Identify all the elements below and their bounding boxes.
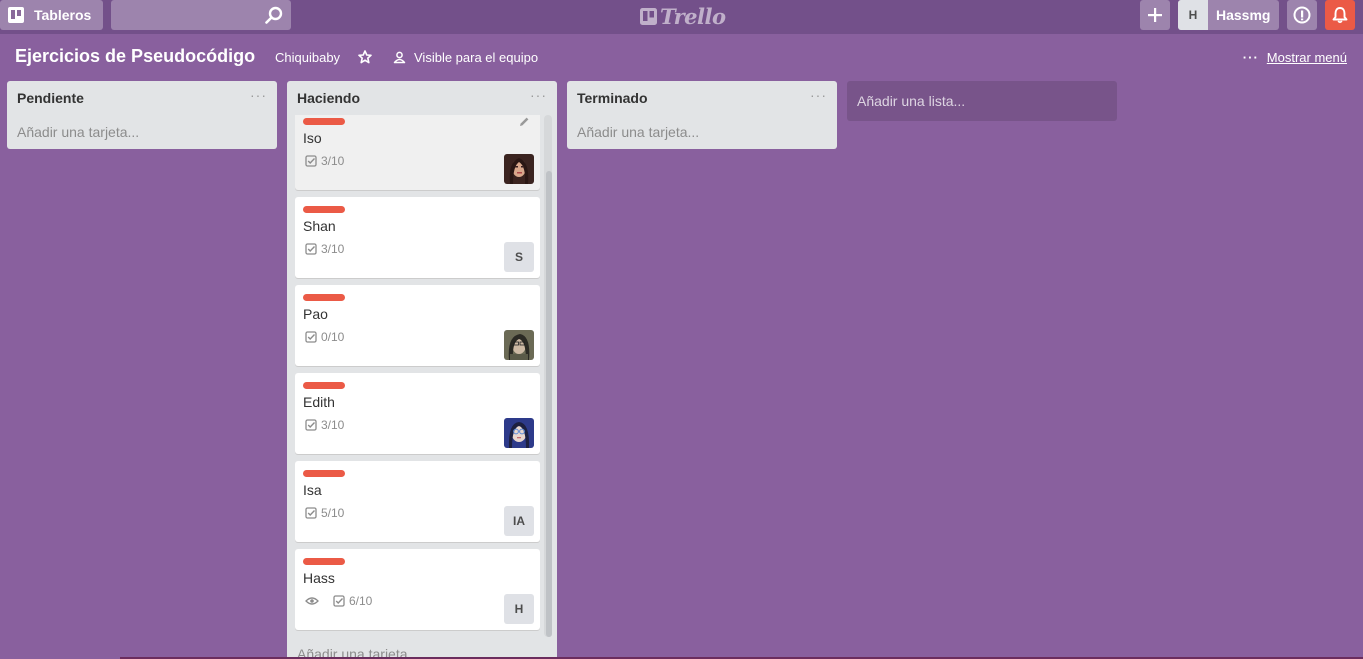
card-label-red: [303, 382, 345, 389]
checklist-icon: [305, 419, 317, 431]
list-pendiente: Pendiente ··· Añadir una tarjeta...: [7, 81, 277, 149]
search-box: [111, 0, 291, 30]
card-hass[interactable]: Hass 6/10 H: [295, 549, 540, 630]
checklist-badge: 3/10: [305, 418, 344, 432]
card-label-red: [303, 470, 345, 477]
card-title: Hass: [303, 570, 335, 586]
star-icon[interactable]: [358, 50, 372, 64]
info-button[interactable]: [1287, 0, 1317, 30]
search-input[interactable]: [111, 0, 261, 30]
avatar-photo: [504, 330, 534, 360]
list-title[interactable]: Pendiente: [17, 90, 84, 106]
info-icon: [1293, 6, 1311, 24]
card-badges: 3/10: [305, 418, 354, 432]
list-title[interactable]: Haciendo: [297, 90, 360, 106]
cards-container: Iso 3/10 Shan 3/10 S Pao 0/10 Edith 3/10…: [287, 115, 557, 637]
avatar-photo: [504, 154, 534, 184]
card-badges: 5/10: [305, 506, 354, 520]
checklist-icon: [305, 155, 317, 167]
list-title[interactable]: Terminado: [577, 90, 648, 106]
trello-logo[interactable]: Trello: [640, 3, 726, 29]
list-header: Pendiente ···: [7, 81, 277, 115]
list-haciendo: Haciendo ··· Iso 3/10 Shan 3/10 S Pao 0/…: [287, 81, 557, 659]
user-name: Hassmg: [1216, 7, 1271, 23]
boards-label: Tableros: [34, 7, 92, 23]
board-title[interactable]: Ejercicios de Pseudocódigo: [15, 46, 255, 67]
show-menu-button[interactable]: ··· Mostrar menú: [1243, 50, 1347, 65]
logo-text: Trello: [660, 3, 726, 29]
boards-button[interactable]: Tableros: [0, 0, 103, 30]
checklist-badge: 3/10: [305, 154, 344, 168]
top-bar: Tableros Trello H Hassmg: [0, 0, 1363, 34]
list-header: Terminado ···: [567, 81, 837, 115]
checklist-count: 3/10: [321, 242, 345, 256]
member-avatar-photo[interactable]: [504, 330, 534, 360]
card-title: Pao: [303, 306, 328, 322]
checklist-icon: [305, 331, 317, 343]
card-title: Shan: [303, 218, 336, 234]
card-shan[interactable]: Shan 3/10 S: [295, 197, 540, 278]
visibility-label: Visible para el equipo: [414, 50, 539, 65]
checklist-icon: [305, 243, 317, 255]
checklist-icon: [333, 595, 345, 607]
boards-icon: [8, 7, 24, 23]
card-iso[interactable]: Iso 3/10: [295, 115, 540, 190]
card-isa[interactable]: Isa 5/10 IA: [295, 461, 540, 542]
checklist-badge: 6/10: [333, 594, 372, 608]
checklist-count: 6/10: [349, 594, 373, 608]
card-label-red: [303, 294, 345, 301]
checklist-count: 0/10: [321, 330, 345, 344]
more-icon: ···: [1242, 50, 1259, 65]
visibility-button[interactable]: Visible para el equipo: [393, 50, 538, 65]
checklist-count: 5/10: [321, 506, 345, 520]
card-badges: 6/10: [305, 594, 382, 608]
team-icon: [393, 51, 406, 64]
checklist-badge: 3/10: [305, 242, 344, 256]
list-menu-icon[interactable]: ···: [530, 88, 547, 102]
checklist-badge: 0/10: [305, 330, 344, 344]
member-avatar-photo[interactable]: [504, 418, 534, 448]
card-badges: 0/10: [305, 330, 354, 344]
card-pao[interactable]: Pao 0/10: [295, 285, 540, 366]
pencil-icon[interactable]: [518, 116, 530, 128]
list-menu-icon[interactable]: ···: [250, 88, 267, 102]
checklist-badge: 5/10: [305, 506, 344, 520]
card-title: Iso: [303, 130, 322, 146]
show-menu-label: Mostrar menú: [1266, 50, 1347, 65]
eye-icon: [305, 597, 319, 605]
card-badges: 3/10: [305, 154, 354, 168]
card-title: Isa: [303, 482, 322, 498]
list-scrollbar-thumb[interactable]: [546, 171, 552, 637]
bell-icon: [1332, 7, 1348, 24]
member-avatar-photo[interactable]: [504, 154, 534, 184]
member-avatar[interactable]: IA: [504, 506, 534, 536]
add-card-button[interactable]: Añadir una tarjeta...: [567, 115, 837, 149]
user-avatar: H: [1178, 0, 1208, 30]
card-title: Edith: [303, 394, 335, 410]
list-header: Haciendo ···: [287, 81, 557, 115]
member-avatar[interactable]: H: [504, 594, 534, 624]
notifications-button[interactable]: [1325, 0, 1355, 30]
list-terminado: Terminado ··· Añadir una tarjeta...: [567, 81, 837, 149]
user-menu-button[interactable]: H Hassmg: [1178, 0, 1279, 30]
card-label-red: [303, 558, 345, 565]
card-label-red: [303, 206, 345, 213]
add-button[interactable]: [1140, 0, 1170, 30]
checklist-count: 3/10: [321, 418, 345, 432]
add-list-button[interactable]: Añadir una lista...: [847, 81, 1117, 121]
add-card-button[interactable]: Añadir una tarjeta...: [7, 115, 277, 149]
list-menu-icon[interactable]: ···: [810, 88, 827, 102]
checklist-count: 3/10: [321, 154, 345, 168]
search-icon[interactable]: [265, 6, 283, 24]
card-badges: 3/10: [305, 242, 354, 256]
board-team[interactable]: Chiquibaby: [275, 50, 340, 65]
checklist-icon: [305, 507, 317, 519]
watching-badge: [305, 596, 323, 606]
card-label-red: [303, 118, 345, 125]
trello-logo-icon: [640, 7, 657, 25]
plus-icon: [1148, 8, 1162, 22]
card-edith[interactable]: Edith 3/10: [295, 373, 540, 454]
avatar-photo: [504, 418, 534, 448]
member-avatar[interactable]: S: [504, 242, 534, 272]
